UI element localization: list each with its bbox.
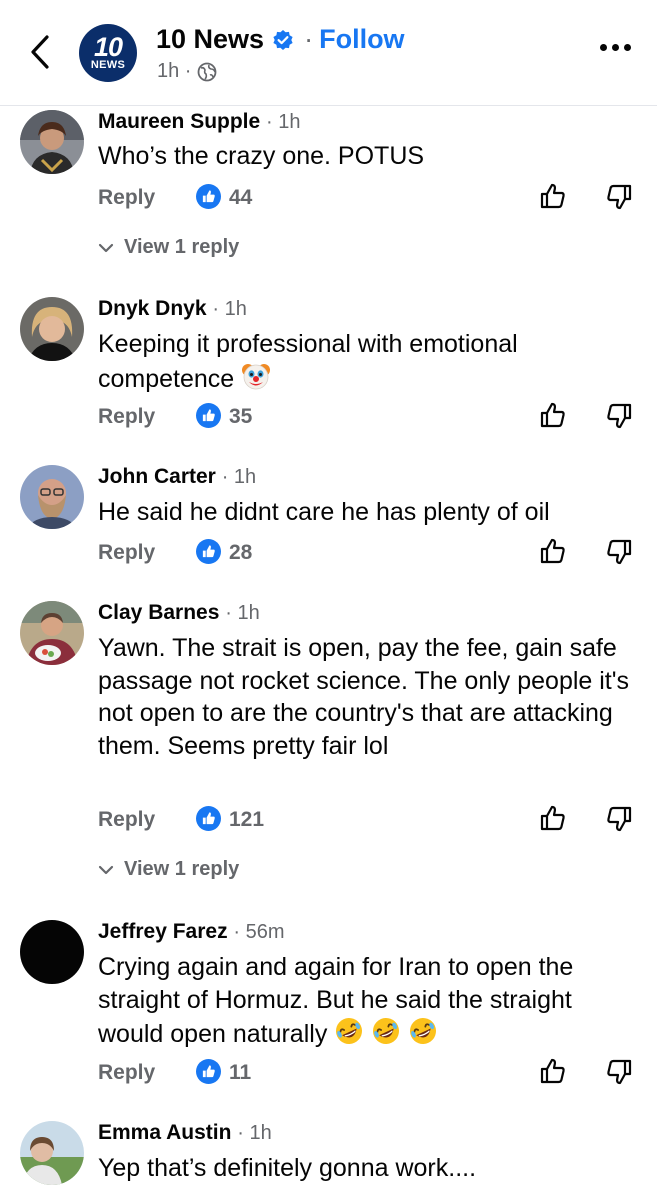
comment-time: · 1h: [266, 111, 301, 133]
chevron-left-icon: [31, 35, 49, 69]
reply-button[interactable]: Reply: [98, 1061, 155, 1085]
commenter-name-text: Jeffrey Farez: [98, 920, 228, 943]
like-badge-icon: [196, 184, 221, 209]
comment-actions: Reply 28: [98, 537, 638, 569]
view-replies-button[interactable]: View 1 reply: [98, 858, 239, 881]
comment-time: · 1h: [225, 602, 260, 624]
comment-actions: Reply 35: [98, 401, 638, 433]
thumb-down-icon[interactable]: [605, 184, 633, 217]
reply-button[interactable]: Reply: [98, 186, 155, 210]
like-count[interactable]: 28: [229, 541, 252, 565]
comment-text: Keeping it professional with emotional c…: [98, 328, 643, 399]
clown-face-emoji: [241, 361, 271, 400]
avatar[interactable]: [20, 110, 84, 174]
comment-item: Emma Austin · 1h Yep that’s definitely g…: [0, 1117, 657, 1199]
commenter-name[interactable]: Emma Austin · 1h: [98, 1121, 272, 1145]
post-time: 1h ·: [157, 60, 192, 82]
commenter-name[interactable]: Dnyk Dnyk · 1h: [98, 297, 247, 321]
thumb-up-icon[interactable]: [539, 182, 567, 215]
comment-text: Yawn. The strait is open, pay the fee, g…: [98, 634, 630, 760]
comment-item: Dnyk Dnyk · 1h Keeping it professional w…: [0, 293, 657, 443]
verified-badge-icon: [272, 29, 294, 51]
commenter-name[interactable]: Maureen Supple · 1h: [98, 110, 301, 134]
title-separator: ·: [304, 24, 314, 54]
comment-time: · 1h: [212, 298, 247, 320]
like-count[interactable]: 11: [229, 1061, 251, 1085]
commenter-name-text: John Carter: [98, 465, 216, 488]
rolling-on-floor-laughing-emoji: [371, 1016, 401, 1055]
more-dot: [624, 44, 631, 51]
like-badge-icon: [196, 1059, 221, 1084]
rolling-on-floor-laughing-emoji: [334, 1016, 364, 1055]
commenter-name-text: Clay Barnes: [98, 601, 220, 624]
reply-button[interactable]: Reply: [98, 541, 155, 565]
like-count[interactable]: 44: [229, 186, 252, 210]
comment-text: Crying again and again for Iran to open …: [98, 951, 643, 1055]
avatar[interactable]: [20, 920, 84, 984]
comment-text-content: Keeping it professional with emotional c…: [98, 330, 518, 393]
more-options-button[interactable]: [600, 44, 631, 51]
commenter-name-text: Maureen Supple: [98, 110, 261, 133]
avatar[interactable]: [20, 1121, 84, 1185]
avatar[interactable]: [20, 601, 84, 665]
comment-text: Who’s the crazy one. POTUS: [98, 142, 425, 170]
avatar[interactable]: [20, 465, 84, 529]
more-dot: [600, 44, 607, 51]
rolling-on-floor-laughing-emoji: [408, 1016, 438, 1055]
commenter-name-text: Dnyk Dnyk: [98, 297, 207, 320]
comment-time: · 56m: [233, 921, 285, 943]
thumb-up-icon[interactable]: [539, 804, 567, 837]
chevron-down-icon: [98, 243, 114, 252]
like-count[interactable]: 35: [229, 405, 252, 429]
like-count[interactable]: 121: [229, 808, 264, 832]
thumb-up-icon[interactable]: [539, 1057, 567, 1090]
chevron-down-icon: [98, 865, 114, 874]
like-badge-icon: [196, 806, 221, 831]
comment-item: Jeffrey Farez · 56m Crying again and aga…: [0, 916, 657, 1096]
thumb-down-icon[interactable]: [605, 539, 633, 572]
comment-actions: Reply 11: [98, 1057, 638, 1089]
logo-text: NEWS: [90, 59, 126, 71]
post-header: 10 NEWS 10 News · Follow 1h ·: [0, 0, 657, 106]
post-meta: 1h ·: [157, 60, 217, 83]
thumb-down-icon[interactable]: [605, 403, 633, 436]
comment-actions: Reply 121: [98, 804, 638, 836]
commenter-name[interactable]: Clay Barnes · 1h: [98, 601, 260, 625]
thumb-up-icon[interactable]: [539, 537, 567, 570]
comment-text: Yep that’s definitely gonna work....: [98, 1154, 477, 1182]
page-avatar-logo[interactable]: 10 NEWS: [79, 24, 137, 82]
commenter-name-text: Emma Austin: [98, 1121, 232, 1144]
view-replies-label: View 1 reply: [124, 236, 240, 258]
thumb-down-icon[interactable]: [605, 1059, 633, 1092]
reply-button[interactable]: Reply: [98, 808, 155, 832]
follow-button[interactable]: Follow: [319, 24, 404, 55]
comment-time: · 1h: [221, 466, 257, 488]
like-badge-icon: [196, 403, 221, 428]
avatar[interactable]: [20, 297, 84, 361]
more-dot: [612, 44, 619, 51]
back-button[interactable]: [22, 30, 58, 74]
page-title-row: 10 News · Follow: [156, 24, 405, 55]
view-replies-label: View 1 reply: [124, 858, 240, 880]
thumb-down-icon[interactable]: [605, 806, 633, 839]
globe-icon: [198, 62, 217, 81]
like-badge-icon: [196, 539, 221, 564]
commenter-name[interactable]: John Carter · 1h: [98, 465, 256, 489]
comment-item: John Carter · 1h He said he didnt care h…: [0, 461, 657, 581]
comment-time: · 1h: [237, 1122, 272, 1144]
comment-text: He said he didnt care he has plenty of o…: [98, 498, 550, 526]
comment-item: Clay Barnes · 1h Yawn. The strait is ope…: [0, 597, 657, 897]
view-replies-button[interactable]: View 1 reply: [98, 236, 239, 259]
reply-button[interactable]: Reply: [98, 405, 155, 429]
comment-item: Maureen Supple · 1h Who’s the crazy one.…: [0, 106, 657, 281]
thumb-up-icon[interactable]: [539, 401, 567, 434]
commenter-name[interactable]: Jeffrey Farez · 56m: [98, 920, 285, 944]
logo-number: 10: [93, 32, 123, 62]
page-name[interactable]: 10 News: [156, 24, 264, 55]
comment-actions: Reply 44: [98, 182, 638, 214]
